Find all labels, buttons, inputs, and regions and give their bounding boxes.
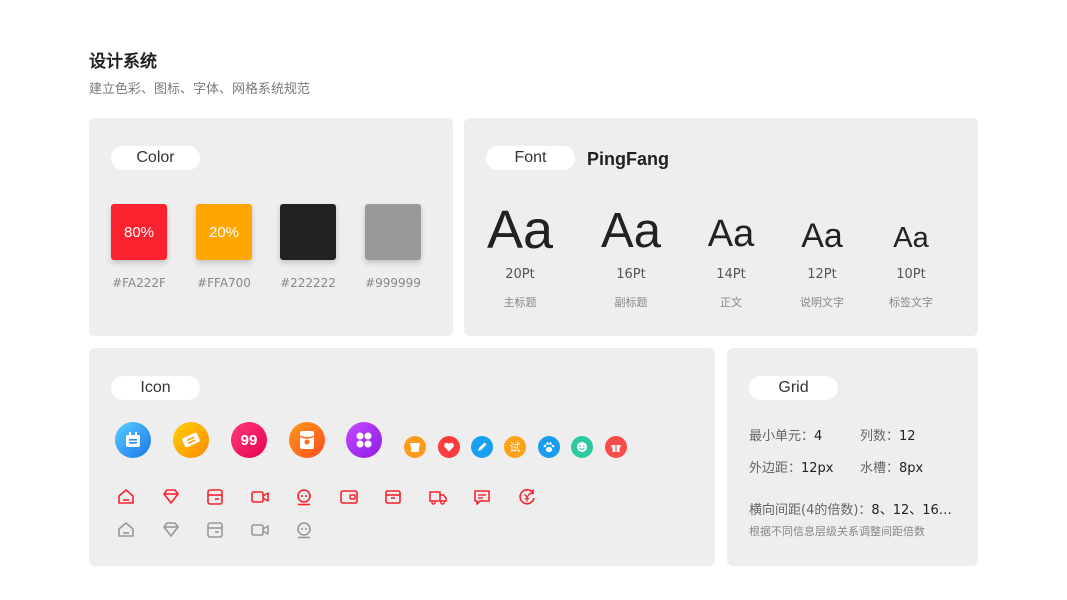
swatch-primary-red: 80% — [111, 204, 167, 260]
font-size-16pt: 16Pt — [616, 267, 646, 282]
font-size-10pt: 10Pt — [896, 267, 926, 282]
purse-icon — [340, 490, 358, 504]
grid-min-unit-label: 最小单元： — [749, 429, 815, 444]
red-envelope-icon — [289, 422, 325, 458]
grid-margin-label: 外边距： — [749, 461, 802, 476]
grid-note: 根据不同信息层级关系调整间距倍数 — [749, 525, 925, 538]
color-section-label: Color — [111, 146, 200, 170]
trial-icon: 试 — [504, 436, 526, 458]
home-icon — [118, 489, 134, 504]
smile-icon — [571, 436, 593, 458]
font-size-20pt: 20Pt — [505, 267, 535, 282]
calendar-icon — [115, 422, 151, 458]
box-icon — [385, 490, 401, 504]
home-icon-gray — [118, 522, 134, 537]
font-sample-10pt: Aa — [893, 222, 929, 254]
video-icon-gray — [251, 524, 269, 536]
grid-columns-value: 12 — [899, 429, 916, 444]
swatch-gray — [365, 204, 421, 260]
grid-columns-label: 列数： — [860, 429, 900, 444]
video-icon — [251, 491, 269, 503]
ninety-nine-icon: 99 — [231, 422, 267, 458]
ticket-icon — [173, 422, 209, 458]
grid-spacing-value: 8、12、16… — [871, 503, 952, 518]
page-subtitle: 建立色彩、图标、字体、网格系统规范 — [89, 82, 311, 97]
swatch-dark — [280, 204, 336, 260]
yuan-refresh-icon — [519, 489, 535, 505]
grid-margin: 外边距：12px — [749, 457, 834, 476]
font-role-subtitle: 副标题 — [614, 296, 648, 309]
grid-section-label: Grid — [749, 376, 838, 400]
pencil-icon — [471, 436, 493, 458]
swatch-red-label: #FA222F — [112, 276, 166, 290]
robot-icon — [297, 489, 311, 506]
gift-icon — [605, 436, 627, 458]
font-family-name: PingFang — [587, 149, 669, 169]
wallet-card-icon-gray — [207, 522, 223, 538]
page-title: 设计系统 — [89, 52, 157, 72]
diamond-icon-gray — [163, 522, 179, 537]
grid-gutter: 水槽：8px — [860, 457, 923, 476]
trial-icon-text: 试 — [509, 441, 521, 454]
grid-min-unit: 最小单元：4 — [749, 425, 822, 444]
swatch-red-text: 80% — [123, 223, 155, 241]
font-sample-16pt: Aa — [601, 204, 661, 258]
diamond-icon — [163, 489, 179, 504]
category-grid-icon — [346, 422, 382, 458]
robot-icon-gray — [297, 522, 311, 539]
swatch-gray-label: #999999 — [365, 276, 421, 290]
font-sample-20pt: Aa — [486, 200, 554, 260]
font-role-tag: 标签文字 — [889, 296, 933, 309]
grid-gutter-value: 8px — [899, 461, 924, 476]
wallet-card-icon — [207, 489, 223, 505]
grid-columns: 列数：12 — [860, 425, 916, 444]
shop-icon — [404, 436, 426, 458]
font-role-title: 主标题 — [503, 296, 537, 309]
font-section-label: Font — [486, 146, 575, 170]
grid-spacing: 横向间距(4的倍数)：8、12、16… — [749, 499, 952, 518]
swatch-orange-label: #FFA700 — [197, 276, 251, 290]
grid-min-unit-value: 4 — [814, 429, 823, 444]
swatch-orange-text: 20% — [208, 223, 240, 241]
swatch-accent-orange: 20% — [196, 204, 252, 260]
grid-spacing-label: 横向间距(4的倍数)： — [749, 503, 872, 518]
heart-icon — [438, 436, 460, 458]
grid-margin-value: 12px — [801, 461, 834, 476]
message-icon — [474, 490, 490, 505]
paw-icon — [538, 436, 560, 458]
swatch-dark-label: #222222 — [280, 276, 336, 290]
grid-gutter-label: 水槽： — [860, 461, 900, 476]
icon-section-label: Icon — [111, 376, 200, 400]
delivery-truck-icon — [429, 491, 447, 505]
